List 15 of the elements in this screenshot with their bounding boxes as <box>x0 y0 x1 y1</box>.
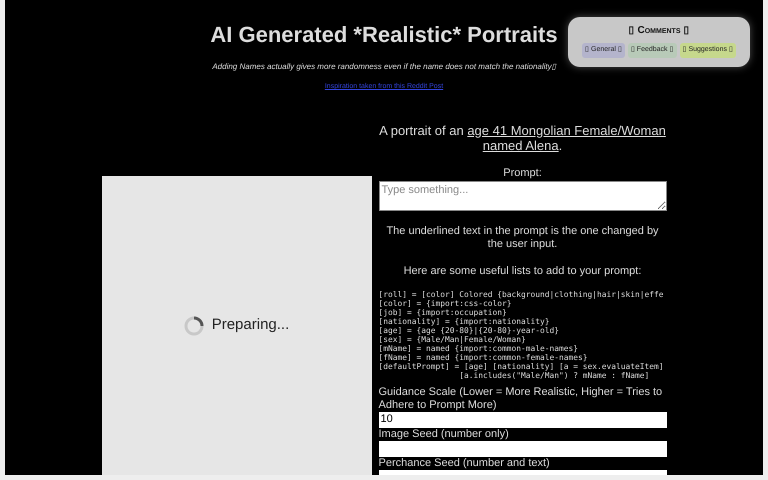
prompt-field[interactable]: Type something... <box>378 181 666 211</box>
note-text: The underlined text in the prompt is the one changed by the user input. <box>385 225 660 251</box>
input-field[interactable]: 10 <box>378 412 666 428</box>
comments-title: ▯ Comments ▯ <box>628 24 690 38</box>
subtitle: Adding Names actually gives more randomness even if the name does not match the nationality▯ <box>212 61 556 73</box>
input-field[interactable] <box>378 440 666 456</box>
prompt-label: Prompt: <box>502 166 543 180</box>
field-label: Perchance Seed (number and text) <box>378 456 551 470</box>
field-label: Image Seed (number only) <box>378 428 510 440</box>
page-title: AI Generated *Realistic* Portraits <box>210 21 558 49</box>
field-label: Guidance Scale (Lower = More Realistic, Higher = Tries to Adhere to Prompt More) <box>378 386 664 412</box>
status-text: Preparing... <box>212 315 290 336</box>
loading-spinner-icon <box>184 316 204 336</box>
lists-heading: Here are some useful lists to add to your prompt: <box>402 264 642 279</box>
portrait-prompt: A portrait of an age 41 Mongolian Female/Woman named Alena. <box>378 122 666 152</box>
